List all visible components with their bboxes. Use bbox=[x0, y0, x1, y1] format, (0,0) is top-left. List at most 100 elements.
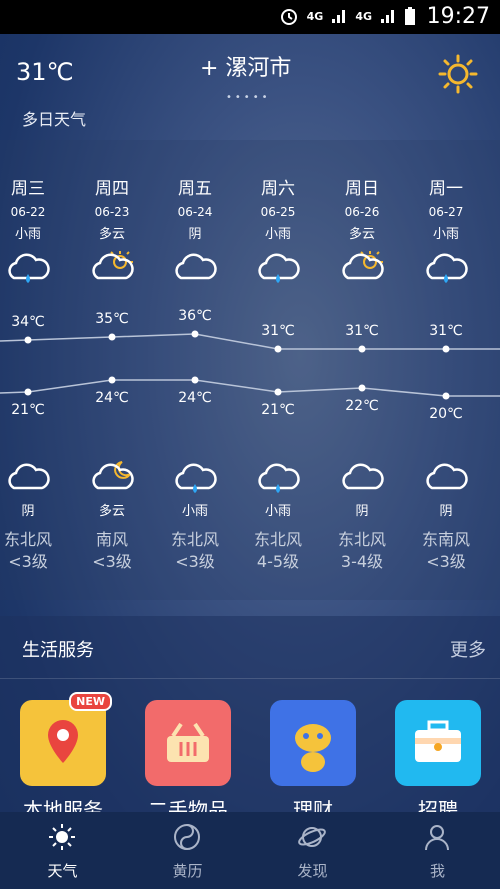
low-temp-point bbox=[24, 388, 32, 396]
divider bbox=[0, 678, 500, 679]
bottom-tab-bar: 天气 黄历 发现 我 bbox=[0, 812, 500, 889]
yin-yang-icon bbox=[174, 824, 200, 850]
weekday: 周一 bbox=[429, 179, 463, 199]
forecast-night-column: 阴东北风 <3级 bbox=[0, 458, 68, 573]
tab-label: 天气 bbox=[47, 862, 78, 880]
forecast-panel: 周三 06-22 小雨 周四 06-23 多云 周五 06-24 阴 周六 06-25 小雨 周日 06-… bbox=[0, 140, 500, 600]
wind-level: <3级 bbox=[8, 552, 48, 571]
tab-label: 发现 bbox=[297, 862, 328, 880]
status-bar: 4G 4G 19:27 bbox=[0, 0, 500, 34]
forecast-night-column: 小雨东北风 4-5级 bbox=[238, 458, 318, 573]
wind-direction: 南风 bbox=[95, 530, 128, 549]
tab-me[interactable]: 我 bbox=[375, 812, 500, 889]
cloud-icon bbox=[0, 458, 68, 498]
wind-level: 4-5级 bbox=[256, 552, 300, 571]
forecast-day-column: 周日 06-26 多云 bbox=[322, 140, 402, 284]
wind-direction: 东北风 bbox=[170, 530, 219, 549]
planet-icon bbox=[298, 827, 326, 847]
signal-icon bbox=[332, 10, 346, 23]
wind-direction: 东北风 bbox=[253, 530, 302, 549]
high-temp-point bbox=[191, 330, 199, 338]
night-condition: 阴 bbox=[355, 504, 369, 519]
partly-sunny-icon bbox=[72, 248, 152, 284]
high-temp-point bbox=[274, 345, 282, 353]
current-temperature: 31℃ bbox=[16, 58, 74, 86]
moon-cloud-icon bbox=[72, 458, 152, 498]
low-temp-label: 21℃ bbox=[261, 402, 295, 418]
forecast-day-column: 周四 06-23 多云 bbox=[72, 140, 152, 284]
high-temp-point bbox=[24, 336, 32, 344]
forecast-day-column: 周五 06-24 阴 bbox=[155, 140, 235, 284]
date: 06-23 bbox=[94, 205, 130, 219]
high-temp-point bbox=[358, 345, 366, 353]
weekday: 周三 bbox=[11, 179, 45, 199]
weekday: 周六 bbox=[261, 179, 295, 199]
tab-weather[interactable]: 天气 bbox=[0, 812, 125, 889]
sun-icon bbox=[49, 824, 75, 850]
night-condition: 阴 bbox=[439, 504, 453, 519]
wind-level: 3-4级 bbox=[340, 552, 384, 571]
rain-cloud-icon bbox=[238, 248, 318, 284]
new-badge: NEW bbox=[69, 692, 112, 711]
sun-icon[interactable] bbox=[438, 54, 478, 98]
network-label-2: 4G bbox=[355, 9, 372, 23]
service-map-pin-button[interactable]: NEW bbox=[20, 692, 112, 786]
tab-almanac[interactable]: 黄历 bbox=[125, 812, 250, 889]
partly-sunny-icon bbox=[322, 248, 402, 284]
night-condition: 小雨 bbox=[264, 504, 291, 519]
forecast-night-column: 多云 南风 <3级 bbox=[72, 458, 152, 573]
services-more-link[interactable]: 更多 bbox=[450, 636, 486, 662]
day-condition: 小雨 bbox=[264, 227, 291, 242]
high-temp-point bbox=[108, 333, 116, 341]
day-condition: 多云 bbox=[348, 227, 375, 242]
weekday: 周日 bbox=[345, 179, 379, 199]
day-condition: 小雨 bbox=[14, 227, 41, 242]
briefcase-icon bbox=[415, 720, 461, 762]
forecast-day-column: 周一 06-27 小雨 bbox=[406, 140, 486, 284]
low-temp-label: 24℃ bbox=[95, 390, 129, 406]
clock: 19:27 bbox=[426, 4, 490, 29]
date: 06-24 bbox=[177, 205, 213, 219]
cloud-icon bbox=[322, 458, 402, 498]
cloud-icon bbox=[155, 248, 235, 284]
day-condition: 阴 bbox=[188, 227, 202, 242]
high-temp-label: 31℃ bbox=[429, 323, 463, 339]
wind-level: <3级 bbox=[175, 552, 215, 571]
app-bar: 31℃ + 漯河市 ••••• bbox=[0, 34, 500, 114]
service-briefcase-button[interactable] bbox=[395, 700, 481, 786]
low-temp-point bbox=[358, 384, 366, 392]
service-mascot-button[interactable] bbox=[270, 700, 356, 786]
tab-label: 我 bbox=[429, 862, 445, 880]
weekday: 周四 bbox=[95, 179, 129, 199]
low-temp-label: 20℃ bbox=[429, 406, 463, 422]
date: 06-27 bbox=[428, 205, 464, 219]
wind-direction: 东北风 bbox=[3, 530, 52, 549]
low-temp-line bbox=[0, 379, 500, 397]
high-temp-label: 31℃ bbox=[345, 323, 379, 339]
day-condition: 多云 bbox=[98, 227, 125, 242]
date: 06-22 bbox=[10, 205, 46, 219]
tab-discover[interactable]: 发现 bbox=[250, 812, 375, 889]
battery-icon bbox=[405, 7, 415, 25]
wind-level: <3级 bbox=[426, 552, 466, 571]
wind-direction: 东南风 bbox=[421, 530, 470, 549]
wind-level: <3级 bbox=[92, 552, 132, 571]
service-basket-button[interactable] bbox=[145, 700, 231, 786]
high-temp-label: 31℃ bbox=[261, 323, 295, 339]
forecast-night-column: 阴东北风 3-4级 bbox=[322, 458, 402, 573]
forecast-day-column: 周三 06-22 小雨 bbox=[0, 140, 68, 284]
forecast-night-column: 小雨东北风 <3级 bbox=[155, 458, 235, 573]
services-title: 生活服务 bbox=[22, 640, 94, 661]
weekday: 周五 bbox=[178, 179, 212, 199]
low-temp-label: 21℃ bbox=[11, 402, 45, 418]
cloud-icon bbox=[406, 458, 486, 498]
signal-icon-2 bbox=[381, 10, 394, 23]
low-temp-point bbox=[442, 392, 450, 400]
night-condition: 小雨 bbox=[181, 504, 208, 519]
high-temp-label: 35℃ bbox=[95, 311, 129, 327]
low-temp-point bbox=[191, 376, 199, 384]
low-temp-point bbox=[274, 388, 282, 396]
alarm-icon bbox=[280, 9, 297, 25]
city-selector[interactable]: + 漯河市 bbox=[200, 50, 291, 82]
low-temp-label: 24℃ bbox=[178, 390, 212, 406]
